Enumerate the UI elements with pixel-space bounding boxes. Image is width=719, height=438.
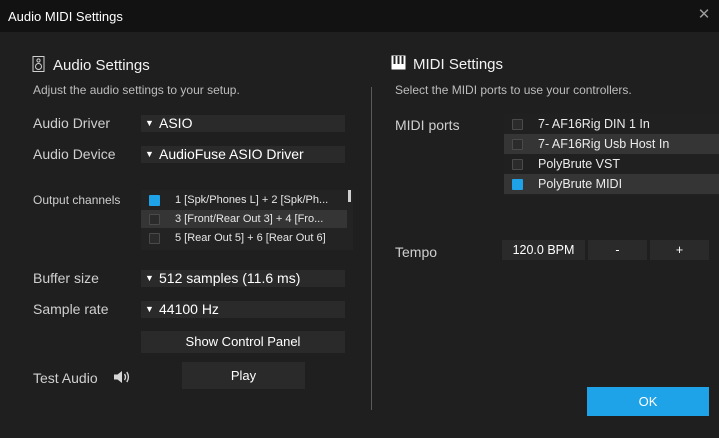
buffer-size-label: Buffer size <box>33 270 99 286</box>
sample-rate-value: 44100 Hz <box>159 301 219 317</box>
audio-driver-dropdown[interactable]: ▼ ASIO <box>141 115 345 132</box>
settings-panel: Audio Settings Adjust the audio settings… <box>0 32 719 438</box>
midi-port-label: PolyBrute MIDI <box>538 177 623 191</box>
show-control-panel-button[interactable]: Show Control Panel <box>141 331 345 353</box>
midi-port-row[interactable]: 7- AF16Rig Usb Host In <box>504 134 719 154</box>
speaker-icon <box>32 56 45 72</box>
midi-port-row[interactable]: PolyBrute VST <box>504 154 719 174</box>
midi-ports-list[interactable]: 7- AF16Rig DIN 1 In 7- AF16Rig Usb Host … <box>504 113 719 196</box>
speaker-volume-icon[interactable] <box>113 369 131 385</box>
audio-driver-label: Audio Driver <box>33 115 111 131</box>
midi-port-checkbox[interactable] <box>512 179 523 190</box>
tempo-decrease-button[interactable]: - <box>588 240 647 260</box>
midi-port-row[interactable]: PolyBrute MIDI <box>504 174 719 194</box>
audio-settings-title: Audio Settings <box>53 57 150 74</box>
midi-settings-title: MIDI Settings <box>413 56 504 73</box>
tempo-label: Tempo <box>395 244 438 260</box>
output-channel-row[interactable]: 5 [Rear Out 5] + 6 [Rear Out 6] <box>141 229 347 247</box>
output-channel-checkbox[interactable] <box>149 214 160 225</box>
audio-settings-subtitle: Adjust the audio settings to your setup. <box>33 83 240 97</box>
output-channel-checkbox[interactable] <box>149 195 160 206</box>
test-audio-label: Test Audio <box>33 370 98 386</box>
midi-port-label: 7- AF16Rig DIN 1 In <box>538 117 650 131</box>
midi-port-label: PolyBrute VST <box>538 157 620 171</box>
triangle-down-icon: ▼ <box>145 149 154 159</box>
piano-keys-icon <box>391 55 406 70</box>
tempo-value-field[interactable]: 120.0 BPM <box>502 240 585 260</box>
output-channels-list[interactable]: 1 [Spk/Phones L] + 2 [Spk/Ph... 3 [Front… <box>141 190 353 250</box>
sample-rate-label: Sample rate <box>33 301 109 317</box>
output-channel-row[interactable]: 3 [Front/Rear Out 3] + 4 [Fro... <box>141 210 347 228</box>
sample-rate-dropdown[interactable]: ▼ 44100 Hz <box>141 301 345 318</box>
title-bar: Audio MIDI Settings ✕ <box>0 0 719 32</box>
midi-port-checkbox[interactable] <box>512 119 523 130</box>
audio-device-label: Audio Device <box>33 146 116 162</box>
output-channel-label: 5 [Rear Out 5] + 6 [Rear Out 6] <box>175 232 326 244</box>
output-channel-label: 1 [Spk/Phones L] + 2 [Spk/Ph... <box>175 194 329 206</box>
midi-port-label: 7- AF16Rig Usb Host In <box>538 137 670 151</box>
buffer-size-dropdown[interactable]: ▼ 512 samples (11.6 ms) <box>141 270 345 287</box>
audio-device-dropdown[interactable]: ▼ AudioFuse ASIO Driver <box>141 146 345 163</box>
output-channels-scrollbar[interactable] <box>348 190 351 202</box>
close-icon[interactable]: ✕ <box>695 6 713 24</box>
output-channel-checkbox[interactable] <box>149 233 160 244</box>
midi-port-row[interactable]: 7- AF16Rig DIN 1 In <box>504 114 719 134</box>
ok-button[interactable]: OK <box>587 387 709 416</box>
midi-port-checkbox[interactable] <box>512 159 523 170</box>
buffer-size-value: 512 samples (11.6 ms) <box>159 270 301 286</box>
midi-port-checkbox[interactable] <box>512 139 523 150</box>
section-divider <box>371 87 372 410</box>
triangle-down-icon: ▼ <box>145 304 154 314</box>
midi-ports-label: MIDI ports <box>395 117 460 133</box>
output-channels-label: Output channels <box>33 193 121 207</box>
output-channel-label: 3 [Front/Rear Out 3] + 4 [Fro... <box>175 213 324 225</box>
tempo-increase-button[interactable]: + <box>650 240 709 260</box>
window-title: Audio MIDI Settings <box>8 9 123 24</box>
audio-device-value: AudioFuse ASIO Driver <box>159 146 304 162</box>
audio-driver-value: ASIO <box>159 115 193 131</box>
play-button[interactable]: Play <box>182 362 305 389</box>
triangle-down-icon: ▼ <box>145 273 154 283</box>
midi-settings-subtitle: Select the MIDI ports to use your contro… <box>395 83 632 97</box>
triangle-down-icon: ▼ <box>145 118 154 128</box>
output-channel-row[interactable]: 1 [Spk/Phones L] + 2 [Spk/Ph... <box>141 191 347 209</box>
